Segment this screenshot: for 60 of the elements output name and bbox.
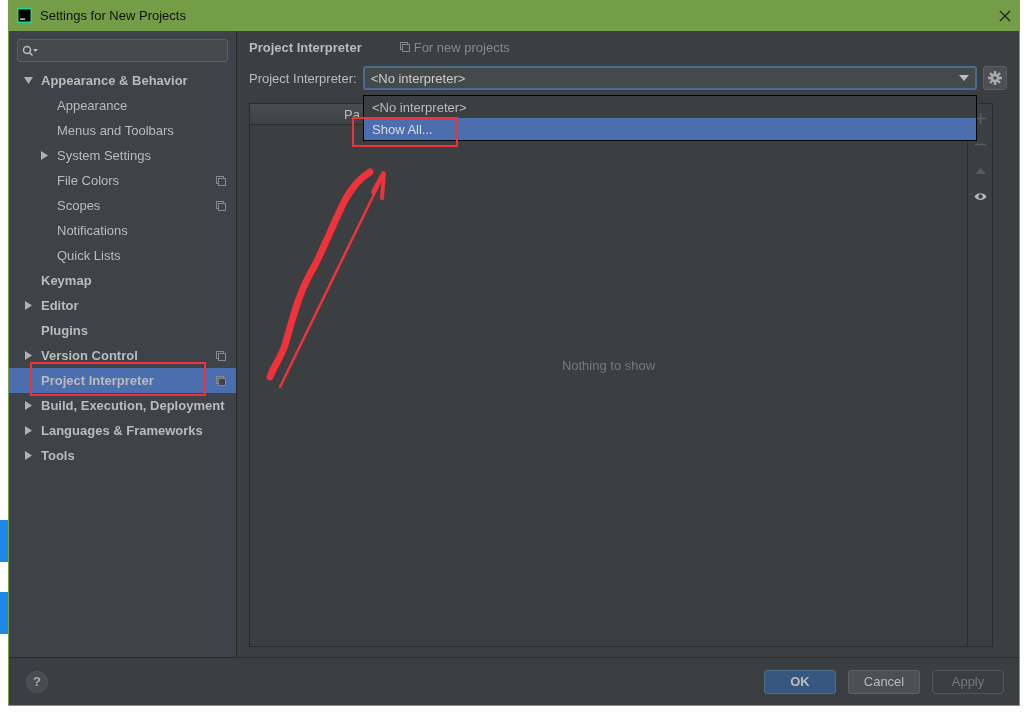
empty-message: Nothing to show — [561, 358, 656, 373]
page-fragment — [0, 592, 8, 634]
tree-item-label: Quick Lists — [57, 248, 121, 263]
dropdown-option[interactable]: <No interpreter> — [364, 96, 976, 118]
tree-item[interactable]: Build, Execution, Deployment — [9, 393, 236, 418]
scope-note: For new projects — [399, 39, 510, 55]
tree-item-label: Project Interpreter — [41, 373, 154, 388]
gear-icon — [988, 71, 1002, 85]
tree-item-label: Notifications — [57, 223, 128, 238]
tree-item[interactable]: Plugins — [9, 318, 236, 343]
collapsed-arrow-icon[interactable] — [24, 451, 33, 460]
section-title: Project Interpreter — [249, 39, 362, 55]
tree-item[interactable]: System Settings — [9, 143, 236, 168]
search-icon[interactable] — [22, 44, 38, 57]
field-label: Project Interpreter: — [249, 70, 357, 86]
tree-item-label: Keymap — [41, 273, 92, 288]
tree-item-label: Appearance — [57, 98, 128, 113]
tree-item[interactable]: Quick Lists — [9, 243, 236, 268]
tree-item-label: Tools — [41, 448, 75, 463]
tree-item[interactable]: Scopes — [9, 193, 236, 218]
tree-item-label: Languages & Frameworks — [41, 423, 203, 438]
tree-item-label: System Settings — [57, 148, 151, 163]
collapsed-arrow-icon[interactable] — [24, 301, 33, 310]
dialog-button[interactable]: Cancel — [848, 669, 920, 694]
app-logo-icon — [17, 8, 32, 23]
tree-item-label: Scopes — [57, 198, 101, 213]
tree-item[interactable]: Appearance & Behavior — [9, 68, 236, 93]
dialog-button[interactable]: OK — [764, 669, 836, 694]
tree-item[interactable]: File Colors — [9, 168, 236, 193]
copy-icon — [399, 42, 410, 52]
caret-icon[interactable] — [959, 75, 969, 81]
collapsed-arrow-icon[interactable] — [24, 351, 33, 360]
tree-item-label: File Colors — [57, 173, 120, 188]
collapsed-arrow-icon[interactable] — [24, 426, 33, 435]
close-icon[interactable] — [999, 9, 1011, 22]
interpreter-dropdown[interactable]: <No interpreter> — [362, 66, 977, 90]
eye-icon[interactable] — [973, 190, 987, 203]
tree-item[interactable]: Tools — [9, 443, 236, 468]
tree-item-label: Build, Execution, Deployment — [41, 398, 225, 413]
tree-item[interactable]: Languages & Frameworks — [9, 418, 236, 443]
tree-item[interactable]: Appearance — [9, 93, 236, 118]
help-button[interactable]: ? — [26, 670, 48, 693]
expanded-arrow-icon[interactable] — [24, 76, 33, 85]
tree-item[interactable]: Editor — [9, 293, 236, 318]
search-field[interactable] — [17, 39, 228, 62]
tree-item[interactable]: Keymap — [9, 268, 236, 293]
tree-item-label: Appearance & Behavior — [41, 73, 188, 88]
tree-item[interactable]: Menus and Toolbars — [9, 118, 236, 143]
tree-item-label: Plugins — [41, 323, 88, 338]
page-fragment — [0, 520, 8, 562]
tree-item[interactable]: Notifications — [9, 218, 236, 243]
collapsed-arrow-icon[interactable] — [40, 151, 49, 160]
tree-item[interactable]: Version Control — [9, 343, 236, 368]
tree-item-label: Menus and Toolbars — [57, 123, 174, 138]
dropdown-option[interactable]: Show All... — [364, 118, 976, 140]
collapsed-arrow-icon[interactable] — [24, 401, 33, 410]
tree-item-label: Version Control — [41, 348, 138, 363]
window-title: Settings for New Projects — [40, 8, 186, 23]
tree-item-label: Editor — [41, 298, 79, 313]
settings-button[interactable] — [983, 66, 1007, 90]
